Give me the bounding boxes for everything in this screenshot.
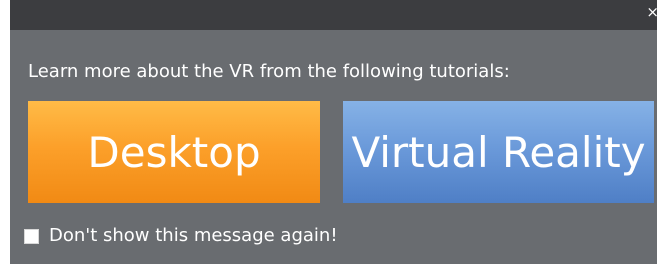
- dont-show-again-label: Don't show this message again!: [49, 225, 338, 246]
- dont-show-again-checkbox[interactable]: [24, 228, 39, 244]
- desktop-button-label: Desktop: [87, 127, 261, 177]
- tutorial-message: Learn more about the VR from the followi…: [28, 61, 510, 82]
- dont-show-again-row[interactable]: Don't show this message again!: [24, 225, 338, 247]
- tutorial-dialog: × Learn more about the VR from the follo…: [10, 0, 657, 264]
- close-icon[interactable]: ×: [646, 3, 657, 21]
- desktop-tutorial-button[interactable]: Desktop: [28, 101, 320, 203]
- virtual-reality-tutorial-button[interactable]: Virtual Reality: [343, 101, 654, 203]
- virtual-reality-button-label: Virtual Reality: [351, 127, 646, 177]
- title-bar: ×: [10, 0, 657, 30]
